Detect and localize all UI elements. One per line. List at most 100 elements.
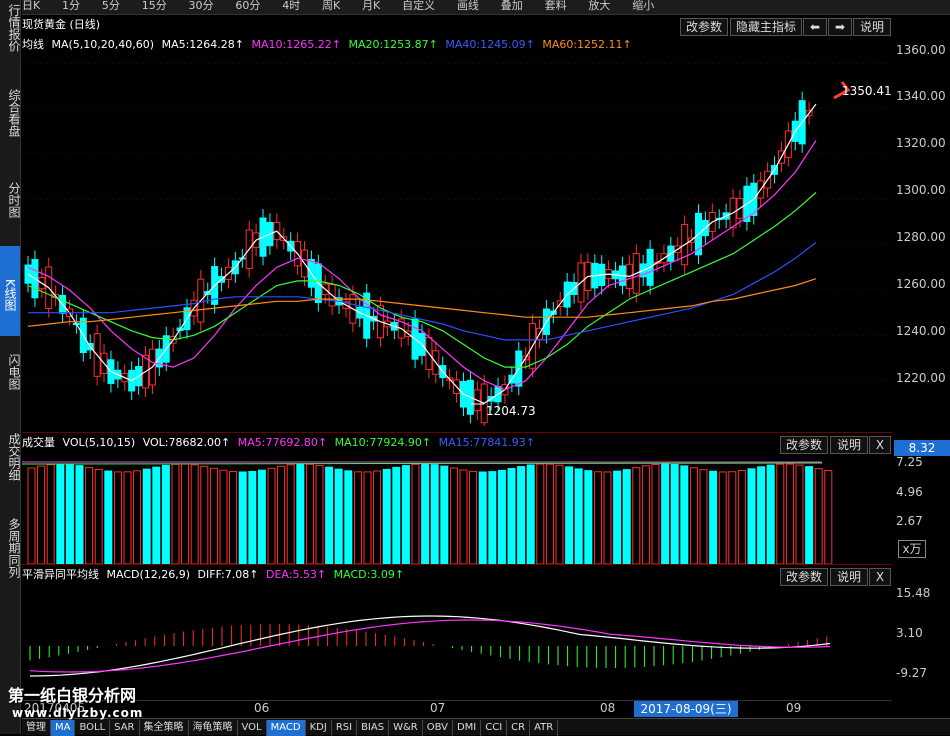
volume-bar <box>737 470 746 564</box>
volume-bar <box>507 468 516 564</box>
overlay-button[interactable]: 叠加 <box>501 0 523 11</box>
hide-main-indicator-button[interactable]: 隐藏主指标 <box>730 18 802 36</box>
volume-label: 成交量 <box>22 436 55 449</box>
template-button[interactable]: 套料 <box>545 0 567 11</box>
watermark-url: www.dlylzby.com <box>12 706 144 720</box>
tab-overview[interactable]: 综合看盘 <box>0 84 21 142</box>
volume-bar <box>680 465 689 564</box>
volume-bar <box>469 470 478 564</box>
vol-ma10: MA10:77924.90↑ <box>334 436 432 449</box>
volume-bar <box>113 471 122 564</box>
volume-bar <box>257 469 266 564</box>
period-month[interactable]: 月K <box>362 0 380 11</box>
ma60-value: MA60:1252.11↑ <box>542 38 632 51</box>
volume-bar <box>142 468 151 564</box>
period-4h[interactable]: 4时 <box>282 0 300 11</box>
period-day[interactable]: 日K <box>22 0 40 11</box>
scroll-left-button[interactable]: ⬅ <box>803 18 827 36</box>
macd-tick: -9.27 <box>896 666 928 680</box>
volume-bar <box>296 463 305 564</box>
ma40-value: MA40:1245.09↑ <box>445 38 535 51</box>
zoom-out-button[interactable]: 缩小 <box>632 0 654 11</box>
price-tick: 1240.00 <box>896 324 946 338</box>
tab-flash[interactable]: 闪电图 <box>0 350 21 394</box>
period-1min[interactable]: 1分 <box>62 0 80 11</box>
macd-chart[interactable] <box>22 584 892 696</box>
volume-bar <box>440 465 449 564</box>
draw-line-button[interactable]: 画线 <box>457 0 479 11</box>
volume-bar <box>190 464 199 564</box>
tab-kline[interactable]: K线图 <box>0 246 20 336</box>
volume-legend: 成交量 VOL(5,10,15) VOL:78682.00↑ MA5:77692… <box>22 434 539 452</box>
volume-bar <box>536 463 545 564</box>
low-annotation: 1204.73 <box>486 404 536 418</box>
volume-params: VOL(5,10,15) <box>62 436 136 449</box>
volume-bar <box>795 464 804 564</box>
price-tick: 1280.00 <box>896 230 946 244</box>
volume-tick: 7.25 <box>896 455 923 469</box>
period-custom[interactable]: 自定义 <box>402 0 435 11</box>
volume-bar <box>747 468 756 564</box>
volume-bar <box>411 463 420 564</box>
volume-bar <box>152 466 161 564</box>
kline-chart[interactable] <box>22 52 892 426</box>
volume-bar <box>334 468 343 564</box>
volume-bar <box>104 470 113 564</box>
volume-bar <box>229 471 238 564</box>
scroll-right-button[interactable]: ➡ <box>828 18 852 36</box>
volume-bar <box>123 471 132 564</box>
volume-bar <box>277 465 286 564</box>
volume-chart[interactable] <box>22 452 892 564</box>
period-week[interactable]: 周K <box>322 0 340 11</box>
volume-bar <box>824 469 833 564</box>
main-edit-params-button[interactable]: 改参数 <box>680 18 728 36</box>
date-label: 06 <box>254 701 270 715</box>
main-help-button[interactable]: 说明 <box>853 18 891 36</box>
volume-bar <box>785 463 794 564</box>
tab-multiperiod[interactable]: 多周期同列 <box>0 510 21 586</box>
date-axis: 20170405 06 07 08 2017-08-09(三) 09 <box>22 700 892 717</box>
volume-bar <box>181 463 190 564</box>
date-label: 07 <box>430 701 446 715</box>
price-tick: 1300.00 <box>896 183 946 197</box>
period-30min[interactable]: 30分 <box>189 0 214 11</box>
price-tick: 1220.00 <box>896 371 946 385</box>
volume-bar <box>353 471 362 564</box>
vol-ma5: MA5:77692.80↑ <box>237 436 328 449</box>
volume-bar <box>161 464 170 564</box>
volume-bar <box>382 468 391 564</box>
volume-bar <box>37 465 46 564</box>
ma5-value: MA5:1264.28↑ <box>161 38 245 51</box>
volume-bar <box>133 470 142 564</box>
macd-dea: DEA:5.53↑ <box>265 568 327 581</box>
volume-bar <box>238 471 247 564</box>
period-15min[interactable]: 15分 <box>142 0 167 11</box>
price-tick: 1360.00 <box>896 43 946 57</box>
macd-legend: 平滑异同平均线 MACD(12,26,9) DIFF:7.08↑ DEA:5.5… <box>22 566 408 584</box>
volume-bar <box>661 463 670 564</box>
period-60min[interactable]: 60分 <box>235 0 260 11</box>
volume-bar <box>526 464 535 564</box>
vol-ma15: MA15:77841.93↑ <box>438 436 535 449</box>
volume-bar <box>766 464 775 564</box>
volume-bar <box>709 470 718 564</box>
tab-timeshare[interactable]: 分时图 <box>0 178 21 222</box>
tab-trade-detail[interactable]: 成交明细 <box>0 428 21 486</box>
volume-bar <box>421 463 430 564</box>
volume-bar <box>46 464 55 564</box>
volume-bar <box>430 464 439 564</box>
volume-bar <box>517 466 526 564</box>
vol-ma10-line <box>22 462 823 465</box>
volume-bar <box>315 464 324 564</box>
volume-bar <box>718 471 727 564</box>
macd-value: MACD:3.09↑ <box>333 568 405 581</box>
tab-quote[interactable]: 行情报价 <box>0 2 21 54</box>
volume-bar <box>305 463 314 564</box>
volume-bar <box>200 465 209 564</box>
price-tick: 1320.00 <box>896 136 946 150</box>
volume-bar <box>565 466 574 564</box>
zoom-in-button[interactable]: 放大 <box>588 0 610 11</box>
volume-bar <box>75 465 84 564</box>
volume-bar <box>699 469 708 564</box>
period-5min[interactable]: 5分 <box>102 0 120 11</box>
